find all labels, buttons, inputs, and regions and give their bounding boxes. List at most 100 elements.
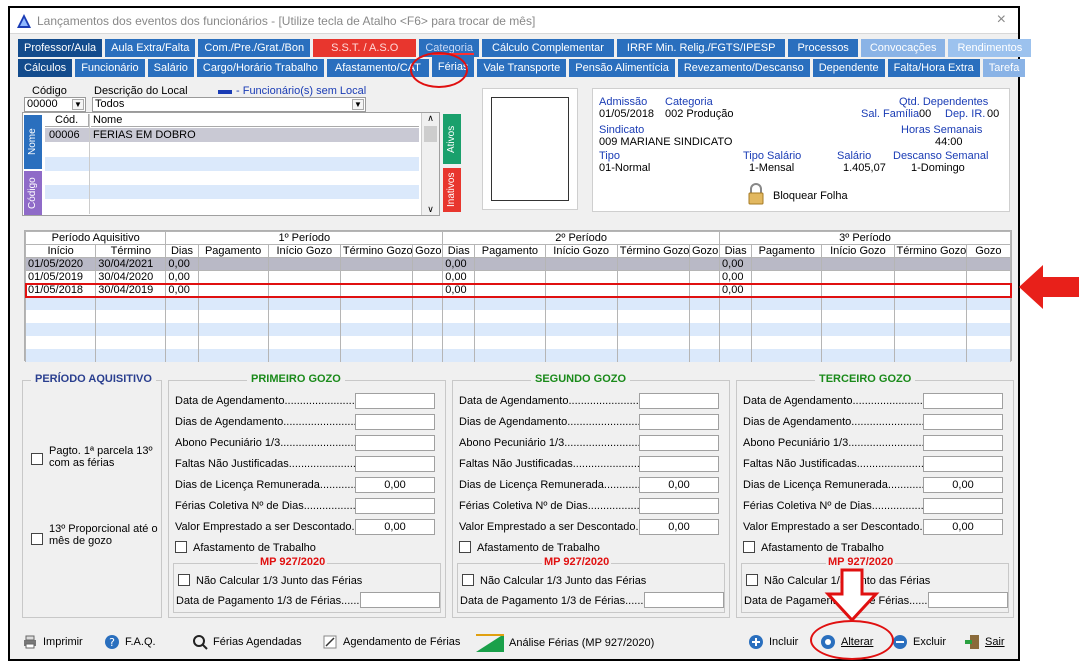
col-pagamento[interactable]: Pagamento <box>751 244 823 258</box>
tab-salario[interactable]: Salário <box>147 59 194 77</box>
employee-list[interactable]: Nome Código Cód. Nome 00006 FERIAS EM DO… <box>22 112 440 216</box>
tab-aula-extra[interactable]: Aula Extra/Falta <box>105 39 196 57</box>
pagto-13-checkbox[interactable] <box>31 453 43 465</box>
lock-icon[interactable] <box>747 183 765 205</box>
col-pagamento[interactable]: Pagamento <box>474 244 546 258</box>
data-pagamento-input[interactable] <box>928 592 1008 608</box>
codigo-combo[interactable]: 00000 ▼ <box>24 97 86 112</box>
col-inicio-gozo[interactable]: Início Gozo <box>821 244 895 258</box>
col-termino-gozo[interactable]: Término Gozo <box>616 244 690 258</box>
tab-comissao[interactable]: Com./Pre./Grat./Bon <box>198 39 311 57</box>
tab-rendimentos[interactable]: Rendimentos <box>948 39 1032 57</box>
col-inicio-gozo[interactable]: Início Gozo <box>544 244 618 258</box>
dias-agendamento-input[interactable] <box>639 414 719 430</box>
side-tab-ativos[interactable]: Ativos <box>443 114 461 164</box>
analise-ferias-button[interactable]: Análise Férias (MP 927/2020) <box>476 634 654 652</box>
coletiva-input[interactable] <box>923 498 1003 514</box>
tab-ferias[interactable]: Férias <box>431 53 475 77</box>
list-item[interactable]: 00006 FERIAS EM DOBRO <box>45 128 419 142</box>
abono-input[interactable] <box>923 435 1003 451</box>
coletiva-input[interactable] <box>639 498 719 514</box>
agendamento-button[interactable]: Agendamento de Férias <box>322 634 460 650</box>
col-termino-gozo[interactable]: Término Gozo <box>893 244 967 258</box>
faltas-input[interactable] <box>923 456 1003 472</box>
col-header-nome[interactable]: Nome <box>91 114 419 127</box>
data-agendamento-input[interactable] <box>923 393 1003 409</box>
tab-afastamento[interactable]: Afastamento/CAT <box>326 59 429 77</box>
emprestado-input[interactable]: 0,00 <box>639 519 719 535</box>
side-tab-inativos[interactable]: Inativos <box>443 168 461 212</box>
col-dias[interactable]: Dias <box>442 244 476 258</box>
bloquear-folha-button[interactable]: Bloquear Folha <box>773 190 848 202</box>
table-row[interactable]: 01/05/2020 30/04/2021 0,00 0,00 0,00 <box>24 257 1012 271</box>
side-tab-codigo[interactable]: Código <box>24 171 42 215</box>
coletiva-input[interactable] <box>355 498 435 514</box>
faltas-input[interactable] <box>639 456 719 472</box>
faq-button[interactable]: ? F.A.Q. <box>104 634 156 650</box>
dias-agendamento-input[interactable] <box>355 414 435 430</box>
tab-cargo-horario[interactable]: Cargo/Horário Trabalho <box>196 59 324 77</box>
chevron-down-icon[interactable]: ▼ <box>352 99 364 110</box>
tab-falta-hora-extra[interactable]: Falta/Hora Extra <box>887 59 980 77</box>
tab-revezamento[interactable]: Revezamento/Descanso <box>677 59 810 77</box>
tab-professor-aula[interactable]: Professor/Aula <box>18 39 103 57</box>
col-termino-gozo[interactable]: Término Gozo <box>339 244 414 258</box>
abono-input[interactable] <box>639 435 719 451</box>
tab-processos[interactable]: Processos <box>788 39 858 57</box>
table-row[interactable]: 01/05/2019 30/04/2020 0,00 0,00 0,00 <box>24 270 1012 284</box>
col-gozo[interactable]: Gozo <box>965 244 1012 258</box>
col-header-cod[interactable]: Cód. <box>45 114 89 127</box>
licenca-input[interactable]: 0,00 <box>923 477 1003 493</box>
table-row[interactable]: 01/05/2018 30/04/2019 0,00 0,00 0,00 <box>24 282 1012 298</box>
col-inicio-gozo[interactable]: Início Gozo <box>267 244 341 258</box>
afastamento-checkbox[interactable] <box>743 541 755 553</box>
col-dias[interactable]: Dias <box>719 244 753 258</box>
emprestado-input[interactable]: 0,00 <box>355 519 435 535</box>
chevron-down-icon[interactable]: ▼ <box>72 99 84 110</box>
faltas-input[interactable] <box>355 456 435 472</box>
incluir-button[interactable]: Incluir <box>748 634 798 650</box>
scroll-down-icon[interactable]: ∨ <box>422 204 439 215</box>
scroll-up-icon[interactable]: ∧ <box>422 113 439 124</box>
data-pagamento-input[interactable] <box>644 592 724 608</box>
tab-calculos[interactable]: Cálculos <box>18 59 73 77</box>
tab-calculo-complementar[interactable]: Cálculo Complementar <box>482 39 614 57</box>
col-dias[interactable]: Dias <box>165 244 199 258</box>
col-termino[interactable]: Término <box>95 244 167 258</box>
col-pagamento[interactable]: Pagamento <box>197 244 269 258</box>
nao-calcular-checkbox[interactable] <box>178 574 190 586</box>
tab-funcionario[interactable]: Funcionário <box>75 59 145 77</box>
tab-tarefa[interactable]: Tarefa <box>982 59 1026 77</box>
data-pagamento-input[interactable] <box>360 592 440 608</box>
tab-sst-aso[interactable]: S.S.T. / A.S.O <box>313 39 417 57</box>
proporcional-13-checkbox[interactable] <box>31 533 43 545</box>
imprimir-button[interactable]: Imprimir <box>22 634 83 650</box>
tab-dependente[interactable]: Dependente <box>812 59 885 77</box>
data-agendamento-input[interactable] <box>639 393 719 409</box>
sair-button[interactable]: Sair <box>964 634 1005 650</box>
ferias-agendadas-button[interactable]: Férias Agendadas <box>192 634 302 650</box>
tab-vale-transporte[interactable]: Vale Transporte <box>477 59 567 77</box>
tab-convocacoes[interactable]: Convocações <box>860 39 946 57</box>
scroll-thumb[interactable] <box>424 126 437 142</box>
licenca-input[interactable]: 0,00 <box>355 477 435 493</box>
periods-table[interactable]: Período Aquisitivo 1º Período 2º Período… <box>24 230 1012 362</box>
nao-calcular-checkbox[interactable] <box>746 574 758 586</box>
tab-irrf[interactable]: IRRF Min. Relig./FGTS/IPESP <box>616 39 786 57</box>
emprestado-input[interactable]: 0,00 <box>923 519 1003 535</box>
afastamento-checkbox[interactable] <box>175 541 187 553</box>
local-combo[interactable]: Todos ▼ <box>92 97 366 112</box>
excluir-button[interactable]: Excluir <box>892 634 946 650</box>
nao-calcular-checkbox[interactable] <box>462 574 474 586</box>
close-icon[interactable]: × <box>997 11 1006 29</box>
afastamento-checkbox[interactable] <box>459 541 471 553</box>
data-agendamento-input[interactable] <box>355 393 435 409</box>
col-inicio[interactable]: Início <box>24 244 97 258</box>
col-gozo[interactable]: Gozo <box>688 244 721 258</box>
alterar-button[interactable]: Alterar <box>820 634 873 650</box>
licenca-input[interactable]: 0,00 <box>639 477 719 493</box>
dias-agendamento-input[interactable] <box>923 414 1003 430</box>
abono-input[interactable] <box>355 435 435 451</box>
col-gozo[interactable]: Gozo <box>412 244 444 258</box>
scrollbar[interactable]: ∧ ∨ <box>421 113 439 215</box>
